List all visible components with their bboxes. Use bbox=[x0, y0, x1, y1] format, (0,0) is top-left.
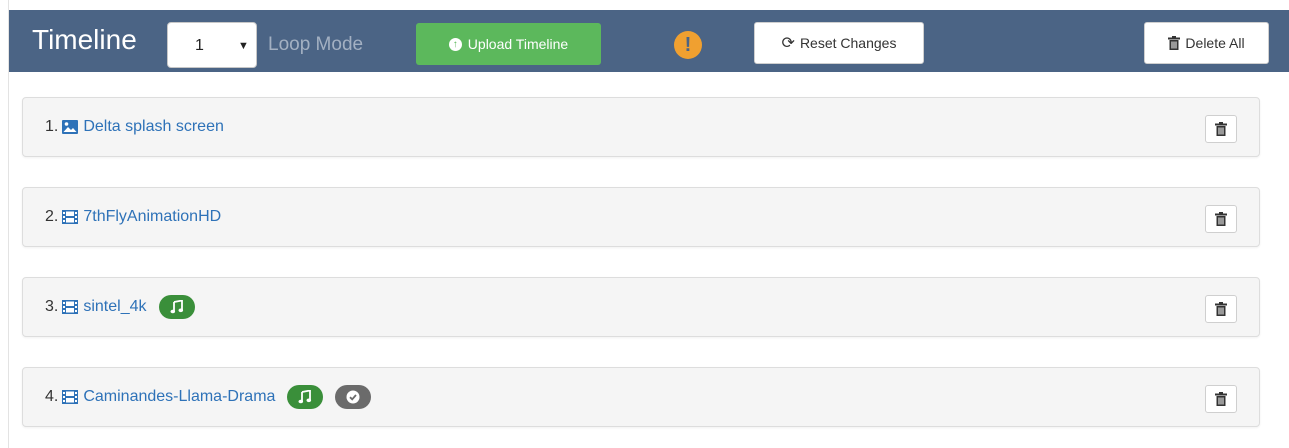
trash-icon bbox=[1215, 212, 1227, 226]
timeline-item[interactable]: 1. Delta splash screen bbox=[22, 97, 1260, 157]
trash-icon bbox=[1215, 122, 1227, 136]
upload-timeline-label: Upload Timeline bbox=[467, 36, 569, 52]
delete-item-button[interactable] bbox=[1205, 295, 1237, 323]
music-badge bbox=[158, 295, 195, 319]
item-index: 1. bbox=[45, 118, 59, 135]
delete-item-button[interactable] bbox=[1205, 385, 1237, 413]
film-icon bbox=[62, 390, 79, 404]
delete-item-button[interactable] bbox=[1205, 115, 1237, 143]
timeline-item[interactable]: 3. sintel_4k bbox=[22, 277, 1260, 337]
image-icon bbox=[62, 120, 79, 134]
upload-icon: ↑ bbox=[448, 37, 462, 51]
delete-all-button[interactable]: Delete All bbox=[1144, 22, 1269, 64]
timeline-item[interactable]: 4. Caminandes-Llama-Drama bbox=[22, 367, 1260, 427]
timeline-header: Timeline 1 ▼ Loop Mode ↑ Upload Timeline… bbox=[9, 10, 1289, 72]
trash-icon bbox=[1215, 302, 1227, 316]
film-icon bbox=[62, 210, 79, 224]
film-icon bbox=[62, 300, 79, 314]
delete-item-button[interactable] bbox=[1205, 205, 1237, 233]
item-name-link[interactable]: Delta splash screen bbox=[83, 118, 224, 136]
item-name-link[interactable]: Caminandes-Llama-Drama bbox=[83, 388, 275, 406]
item-index: 4. bbox=[45, 388, 59, 405]
music-icon bbox=[298, 390, 312, 404]
refresh-icon: ⟳ bbox=[781, 35, 795, 52]
reset-changes-label: Reset Changes bbox=[799, 35, 897, 51]
chevron-down-icon: ▼ bbox=[238, 40, 249, 52]
trash-icon bbox=[1215, 392, 1227, 406]
music-badge bbox=[287, 385, 324, 409]
item-index: 3. bbox=[45, 298, 59, 315]
timeline-item[interactable]: 2. 7thFlyAnimationHD bbox=[22, 187, 1260, 247]
check-badge bbox=[335, 385, 372, 409]
item-name-link[interactable]: 7thFlyAnimationHD bbox=[83, 208, 221, 226]
delete-all-label: Delete All bbox=[1185, 35, 1245, 51]
music-icon bbox=[170, 300, 184, 314]
upload-timeline-button[interactable]: ↑ Upload Timeline bbox=[416, 23, 601, 65]
item-index: 2. bbox=[45, 208, 59, 225]
page-title: Timeline bbox=[32, 24, 137, 55]
loop-mode-toggle[interactable]: Loop Mode bbox=[268, 34, 363, 56]
trash-icon bbox=[1168, 36, 1181, 50]
check-icon bbox=[346, 390, 360, 404]
item-name-link[interactable]: sintel_4k bbox=[83, 298, 146, 316]
timeline-select[interactable]: 1 ▼ bbox=[167, 22, 257, 68]
reset-changes-button[interactable]: ⟳ Reset Changes bbox=[754, 22, 924, 64]
timeline-select-value: 1 bbox=[195, 37, 204, 54]
exclamation-icon[interactable]: ! bbox=[674, 31, 702, 59]
